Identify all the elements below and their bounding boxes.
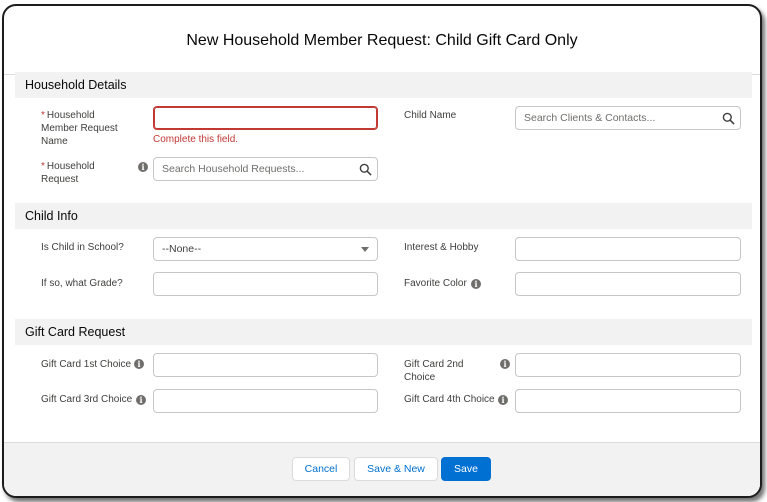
favorite-color-input[interactable]: [515, 272, 741, 296]
search-icon: [722, 112, 735, 125]
gift-card-1st-input[interactable]: [153, 353, 378, 377]
gift-card-3rd-label: Gift Card 3rd Choice: [41, 394, 133, 405]
modal-dialog: New Household Member Request: Child Gift…: [2, 4, 762, 498]
section-header-gift-card[interactable]: Gift Card Request: [15, 319, 752, 345]
gift-card-1st-label: Gift Card 1st Choice: [41, 359, 132, 370]
required-indicator: *: [41, 110, 45, 121]
section-title-household: Household Details: [25, 78, 127, 92]
interest-hobby-label: Interest & Hobby: [404, 242, 479, 253]
gift-card-4th-label: Gift Card 4th Choice: [404, 394, 495, 405]
gift-card-3rd-input[interactable]: [153, 389, 378, 413]
save-and-new-button[interactable]: Save & New: [354, 457, 438, 481]
modal-title: New Household Member Request: Child Gift…: [4, 6, 760, 75]
gift-card-1st-info-icon[interactable]: i: [134, 359, 144, 369]
household-request-info-icon[interactable]: i: [138, 162, 148, 172]
favorite-color-info-icon[interactable]: i: [471, 279, 481, 289]
required-indicator: *: [41, 161, 45, 172]
search-icon: [359, 163, 372, 176]
section-title-gift-card: Gift Card Request: [25, 325, 126, 339]
section-header-child-info[interactable]: Child Info: [15, 203, 752, 229]
interest-hobby-input[interactable]: [515, 237, 741, 261]
grade-input[interactable]: [153, 272, 378, 296]
chevron-down-icon: [361, 247, 369, 252]
cancel-button[interactable]: Cancel: [292, 457, 350, 481]
gift-card-2nd-info-icon[interactable]: i: [500, 359, 510, 369]
grade-label: If so, what Grade?: [41, 278, 123, 289]
household-member-name-error: Complete this field.: [153, 134, 239, 145]
save-button[interactable]: Save: [441, 457, 491, 481]
favorite-color-label: Favorite Color: [404, 278, 467, 289]
gift-card-4th-input[interactable]: [515, 389, 741, 413]
child-in-school-label: Is Child in School?: [41, 242, 124, 253]
gift-card-2nd-input[interactable]: [515, 353, 741, 377]
modal-footer: Cancel Save & New Save: [4, 442, 760, 496]
gift-card-2nd-label: Gift Card 2nd Choice: [404, 359, 464, 383]
child-in-school-select[interactable]: --None--: [153, 237, 378, 261]
section-title-child-info: Child Info: [25, 209, 78, 223]
section-header-household[interactable]: Household Details: [15, 72, 752, 98]
child-name-label: Child Name: [404, 110, 457, 121]
household-member-name-label: * Household Member Request Name: [41, 110, 118, 147]
child-name-search-input[interactable]: Search Clients & Contacts...: [515, 106, 741, 130]
household-request-label: * Household Request: [41, 161, 95, 185]
household-request-search-input[interactable]: Search Household Requests...: [153, 157, 378, 181]
gift-card-4th-info-icon[interactable]: i: [498, 395, 508, 405]
household-member-name-input[interactable]: [153, 106, 378, 130]
gift-card-3rd-info-icon[interactable]: i: [136, 395, 146, 405]
